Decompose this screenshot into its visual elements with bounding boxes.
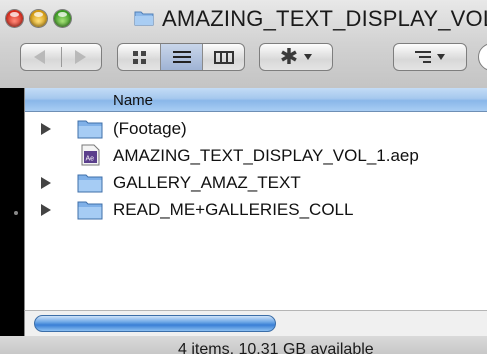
item-label: GALLERY_AMAZ_TEXT [113, 173, 301, 192]
aep-document-icon: Ae [81, 144, 100, 166]
folder-icon [77, 174, 103, 193]
list-icon [172, 51, 191, 63]
arrange-icon [415, 51, 431, 63]
nav-divider [61, 47, 62, 67]
file-list: Name (Footage) Ae AMAZING_TEXT_DISPLAY_V… [24, 88, 487, 310]
item-label: (Footage) [113, 119, 187, 138]
scrollbar-thumb[interactable] [34, 315, 276, 332]
status-text: 4 items, 10.31 GB available [178, 341, 374, 354]
grid-icon [132, 50, 146, 64]
forward-arrow-icon[interactable] [75, 50, 86, 64]
list-item[interactable]: (Footage) [25, 115, 487, 142]
gear-icon: ✱ [279, 44, 299, 69]
list-view-button[interactable] [160, 44, 202, 70]
back-arrow-icon[interactable] [34, 50, 45, 64]
list-item[interactable]: GALLERY_AMAZ_TEXT [25, 169, 487, 196]
zoom-button[interactable] [54, 10, 71, 27]
chevron-down-icon [437, 54, 445, 60]
view-mode-control [117, 43, 245, 71]
list-item[interactable]: Ae AMAZING_TEXT_DISPLAY_VOL_1.aep [25, 142, 487, 169]
search-field[interactable] [478, 43, 487, 71]
minimize-button[interactable] [30, 10, 47, 27]
column-view-button[interactable] [202, 44, 244, 70]
disclosure-triangle-icon[interactable] [41, 177, 51, 189]
toolbar-area: AMAZING_TEXT_DISPLAY_VOL_1 ✱ [0, 0, 487, 88]
window-title: AMAZING_TEXT_DISPLAY_VOL_1 [162, 6, 487, 31]
close-button[interactable] [6, 10, 23, 27]
folder-icon [134, 11, 154, 26]
disclosure-triangle-icon[interactable] [41, 204, 51, 216]
sidebar-resize-handle[interactable] [14, 211, 18, 215]
column-header-name[interactable]: Name [25, 88, 487, 112]
arrange-menu-button[interactable] [393, 43, 467, 71]
column-header-label: Name [113, 92, 154, 109]
back-forward-group [20, 43, 102, 71]
svg-text:Ae: Ae [86, 156, 95, 163]
columns-icon [213, 50, 234, 64]
icon-view-button[interactable] [118, 44, 160, 70]
status-bar: 4 items, 10.31 GB available [0, 336, 487, 354]
horizontal-scrollbar[interactable] [24, 310, 487, 337]
item-label: READ_ME+GALLERIES_COLL [113, 200, 354, 219]
item-label: AMAZING_TEXT_DISPLAY_VOL_1.aep [113, 146, 419, 165]
folder-icon [77, 120, 103, 139]
finder-window: AMAZING_TEXT_DISPLAY_VOL_1 ✱ Name (Foota… [0, 0, 487, 354]
folder-icon [77, 201, 103, 220]
chevron-down-icon [304, 54, 313, 60]
list-item[interactable]: READ_ME+GALLERIES_COLL [25, 196, 487, 223]
disclosure-triangle-icon[interactable] [41, 123, 51, 135]
action-menu-button[interactable]: ✱ [259, 43, 333, 71]
